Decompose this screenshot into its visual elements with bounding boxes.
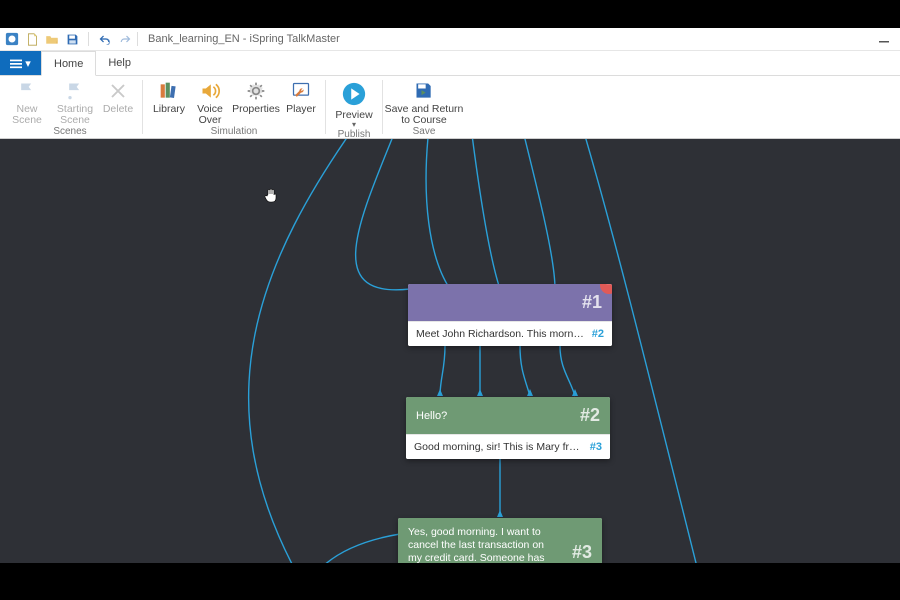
new-scene-button[interactable]: New Scene: [4, 78, 50, 126]
title-bar: Bank_learning_EN - iSpring TalkMaster: [0, 28, 900, 51]
speaker-icon: [198, 80, 222, 102]
minimize-button[interactable]: [872, 30, 896, 48]
scene-node-3[interactable]: Yes, good morning. I want to cancel the …: [398, 518, 602, 563]
library-button[interactable]: Library: [149, 78, 189, 115]
reply-row[interactable]: Meet John Richardson. This morning he...…: [408, 321, 612, 346]
window-title: Bank_learning_EN - iSpring TalkMaster: [148, 33, 340, 45]
play-icon: [340, 80, 368, 108]
scene-node-1[interactable]: #1 Meet John Richardson. This morning he…: [408, 284, 612, 346]
file-tab[interactable]: ▾: [0, 51, 41, 75]
wrench-icon: [289, 80, 313, 102]
group-label: Scenes: [53, 126, 86, 137]
flag-start-icon: [63, 80, 87, 102]
ribbon-tabs: ▾ Home Help: [0, 51, 900, 76]
voice-over-button[interactable]: Voice Over: [191, 78, 229, 126]
node-number: #1: [582, 292, 602, 313]
node-header: Yes, good morning. I want to cancel the …: [398, 518, 602, 563]
group-label: Save: [413, 126, 436, 137]
scene-node-2[interactable]: Hello? #2 Good morning, sir! This is Mar…: [406, 397, 610, 459]
open-folder-icon[interactable]: [44, 31, 60, 47]
books-icon: [157, 80, 181, 102]
tab-home[interactable]: Home: [41, 51, 96, 76]
app-icon[interactable]: [4, 31, 20, 47]
redo-icon[interactable]: [117, 31, 133, 47]
undo-icon[interactable]: [97, 31, 113, 47]
group-publish: Preview ▾ Publish: [328, 76, 380, 138]
flag-icon: [15, 80, 39, 102]
tab-help[interactable]: Help: [96, 51, 144, 75]
group-label: Simulation: [211, 126, 258, 137]
node-header: #1: [408, 284, 612, 321]
new-file-icon[interactable]: [24, 31, 40, 47]
scene-canvas[interactable]: #1 Meet John Richardson. This morning he…: [0, 139, 900, 563]
node-header: Hello? #2: [406, 397, 610, 434]
quick-access-toolbar: [24, 31, 133, 47]
save-return-button[interactable]: Save and Return to Course: [389, 78, 459, 126]
node-number: #3: [572, 541, 592, 563]
link-ref: #3: [590, 441, 602, 453]
delete-button[interactable]: Delete: [100, 78, 136, 115]
delete-icon: [106, 80, 130, 102]
player-button[interactable]: Player: [283, 78, 319, 115]
node-number: #2: [580, 405, 600, 426]
connection-wires: [0, 139, 900, 563]
starting-scene-button[interactable]: Starting Scene: [52, 78, 98, 126]
hand-cursor-icon: [263, 187, 279, 203]
reply-row[interactable]: Good morning, sir! This is Mary from cu.…: [406, 434, 610, 459]
save-return-icon: [412, 80, 436, 102]
properties-button[interactable]: Properties: [231, 78, 281, 115]
group-scenes: New Scene Starting Scene Delete Scenes: [0, 76, 140, 138]
app-window: Bank_learning_EN - iSpring TalkMaster ▾ …: [0, 28, 900, 560]
group-save: Save and Return to Course Save: [385, 76, 463, 138]
gear-icon: [244, 80, 268, 102]
save-icon[interactable]: [64, 31, 80, 47]
link-ref: #2: [592, 328, 604, 340]
ribbon: New Scene Starting Scene Delete Scenes L…: [0, 76, 900, 139]
group-simulation: Library Voice Over Properties Player Sim…: [145, 76, 323, 138]
preview-button[interactable]: Preview ▾: [332, 78, 376, 129]
